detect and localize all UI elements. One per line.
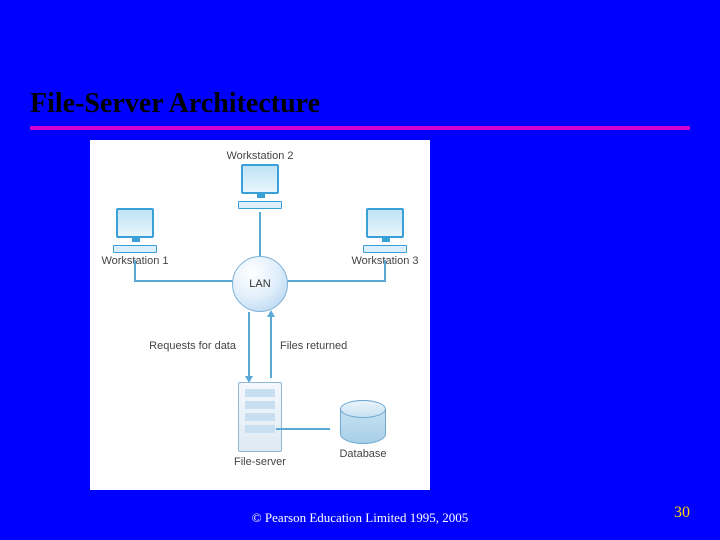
- connector-line: [384, 260, 386, 282]
- connector-line: [259, 212, 261, 256]
- keyboard-icon: [363, 245, 407, 253]
- file-server: File-server: [230, 382, 290, 468]
- lan-label: LAN: [249, 278, 270, 290]
- monitor-icon: [241, 164, 279, 194]
- connector-line: [134, 260, 136, 282]
- lan-node: LAN: [232, 256, 288, 312]
- footer-copyright: © Pearson Education Limited 1995, 2005: [0, 510, 720, 526]
- database: Database: [328, 400, 398, 460]
- flow-return-label: Files returned: [280, 340, 347, 352]
- workstation-3: Workstation 3: [350, 208, 420, 267]
- flow-request-label: Requests for data: [126, 340, 236, 352]
- workstation-2: Workstation 2: [225, 150, 295, 209]
- monitor-icon: [366, 208, 404, 238]
- server-icon: [238, 382, 282, 452]
- connector-line: [248, 312, 250, 378]
- slide-title: File-Server Architecture: [30, 88, 690, 126]
- monitor-icon: [116, 208, 154, 238]
- keyboard-icon: [238, 201, 282, 209]
- workstation-1: Workstation 1: [100, 208, 170, 267]
- workstation-2-label: Workstation 2: [225, 150, 295, 162]
- connector-line: [270, 312, 272, 378]
- database-label: Database: [328, 448, 398, 460]
- file-server-label: File-server: [230, 456, 290, 468]
- title-area: File-Server Architecture: [30, 88, 690, 130]
- connector-line: [134, 280, 234, 282]
- diagram: Workstation 2 Workstation 1 Workstation …: [90, 140, 430, 490]
- database-icon: [340, 400, 386, 444]
- connector-line: [276, 428, 330, 430]
- arrow-up-icon: [267, 310, 275, 317]
- title-underline: [30, 126, 690, 130]
- slide-number: 30: [674, 504, 690, 522]
- keyboard-icon: [113, 245, 157, 253]
- diagram-panel: Workstation 2 Workstation 1 Workstation …: [90, 140, 430, 490]
- connector-line: [286, 280, 386, 282]
